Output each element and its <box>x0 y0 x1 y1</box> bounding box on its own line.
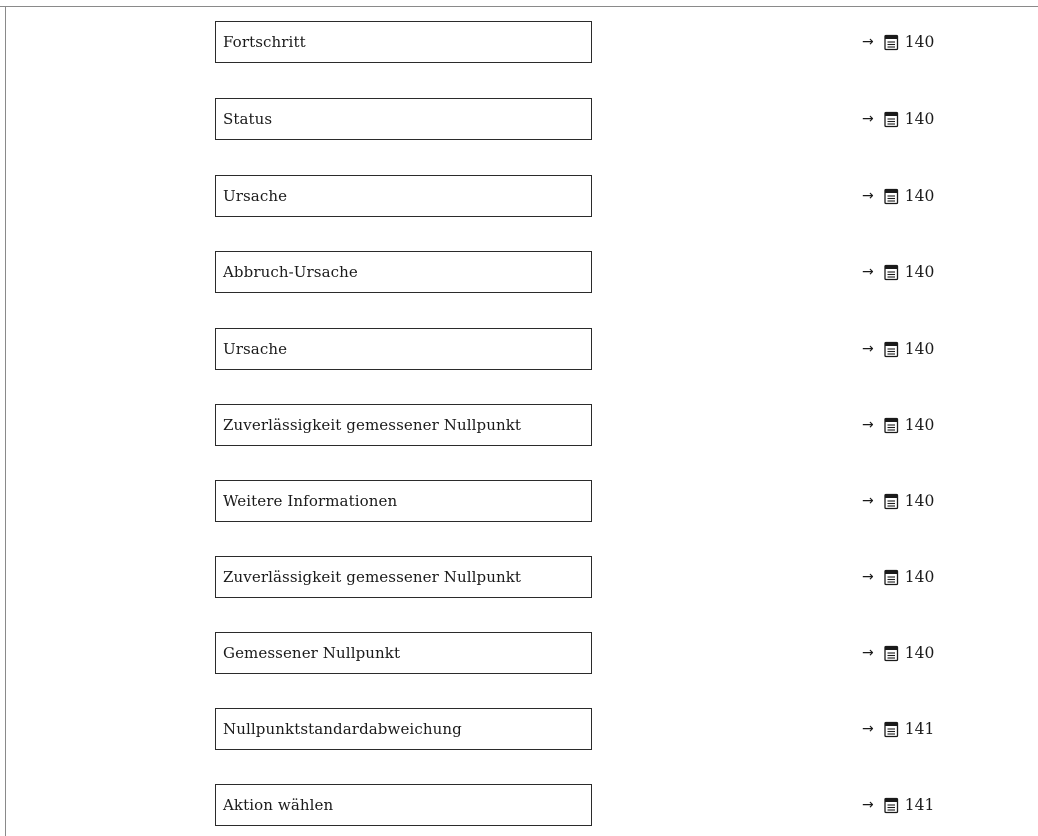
parameter-list: Fortschritt → 140 Status → 140 Ursache → <box>0 0 1038 836</box>
arrow-right-icon: → <box>862 111 874 127</box>
parameter-box-weitere-informationen[interactable]: Weitere Informationen <box>215 480 592 522</box>
parameter-label: Zuverlässigkeit gemessener Nullpunkt <box>223 568 522 586</box>
book-page-icon <box>883 188 900 205</box>
page-number: 140 <box>904 263 935 281</box>
page-number: 140 <box>904 187 935 205</box>
page-reference[interactable]: → 140 <box>862 480 934 522</box>
parameter-box-gemessener-nullpunkt[interactable]: Gemessener Nullpunkt <box>215 632 592 674</box>
page-number: 141 <box>904 796 935 814</box>
page-number: 140 <box>904 340 935 358</box>
parameter-row: Zuverlässigkeit gemessener Nullpunkt → 1… <box>0 404 1038 448</box>
parameter-label: Gemessener Nullpunkt <box>223 644 401 662</box>
parameter-row: Abbruch-Ursache → 140 <box>0 251 1038 295</box>
page-number: 140 <box>904 416 935 434</box>
parameter-label: Nullpunktstandardabweichung <box>223 720 462 738</box>
parameter-label: Ursache <box>223 340 288 358</box>
parameter-row: Ursache → 140 <box>0 175 1038 219</box>
parameter-row: Fortschritt → 140 <box>0 21 1038 65</box>
arrow-right-icon: → <box>862 645 874 661</box>
book-page-icon <box>883 111 900 128</box>
book-page-icon <box>883 493 900 510</box>
parameter-row: Aktion wählen → 141 <box>0 784 1038 828</box>
arrow-right-icon: → <box>862 34 874 50</box>
parameter-box-ursache-2[interactable]: Ursache <box>215 328 592 370</box>
parameter-label: Aktion wählen <box>223 796 334 814</box>
book-page-icon <box>883 341 900 358</box>
book-page-icon <box>883 264 900 281</box>
page-number: 140 <box>904 33 935 51</box>
book-page-icon <box>883 645 900 662</box>
page-reference[interactable]: → 141 <box>862 784 934 826</box>
parameter-box-aktion-waehlen[interactable]: Aktion wählen <box>215 784 592 826</box>
arrow-right-icon: → <box>862 188 874 204</box>
parameter-label: Zuverlässigkeit gemessener Nullpunkt <box>223 416 522 434</box>
book-page-icon <box>883 417 900 434</box>
parameter-box-fortschritt[interactable]: Fortschritt <box>215 21 592 63</box>
parameter-label: Abbruch-Ursache <box>223 263 358 281</box>
page-reference[interactable]: → 140 <box>862 556 934 598</box>
parameter-box-nullpunktstandardabweichung[interactable]: Nullpunktstandardabweichung <box>215 708 592 750</box>
page-number: 140 <box>904 644 935 662</box>
arrow-right-icon: → <box>862 569 874 585</box>
book-page-icon <box>883 34 900 51</box>
parameter-row: Status → 140 <box>0 98 1038 142</box>
arrow-right-icon: → <box>862 493 874 509</box>
parameter-label: Weitere Informationen <box>223 492 398 510</box>
parameter-row: Gemessener Nullpunkt → 140 <box>0 632 1038 676</box>
parameter-label: Status <box>223 110 273 128</box>
parameter-label: Ursache <box>223 187 288 205</box>
parameter-box-zuverlaessigkeit[interactable]: Zuverlässigkeit gemessener Nullpunkt <box>215 404 592 446</box>
book-page-icon <box>883 797 900 814</box>
page-reference[interactable]: → 140 <box>862 21 934 63</box>
arrow-right-icon: → <box>862 341 874 357</box>
page-reference[interactable]: → 141 <box>862 708 934 750</box>
page-reference[interactable]: → 140 <box>862 251 934 293</box>
arrow-right-icon: → <box>862 797 874 813</box>
book-page-icon <box>883 569 900 586</box>
parameter-row: Weitere Informationen → 140 <box>0 480 1038 524</box>
page-number: 140 <box>904 110 935 128</box>
parameter-row: Nullpunktstandardabweichung → 141 <box>0 708 1038 752</box>
page-reference[interactable]: → 140 <box>862 328 934 370</box>
book-page-icon <box>883 721 900 738</box>
parameter-row: Ursache → 140 <box>0 328 1038 372</box>
page-reference[interactable]: → 140 <box>862 175 934 217</box>
page-reference[interactable]: → 140 <box>862 98 934 140</box>
page-number: 140 <box>904 492 935 510</box>
parameter-box-zuverlaessigkeit-2[interactable]: Zuverlässigkeit gemessener Nullpunkt <box>215 556 592 598</box>
page-number: 141 <box>904 720 935 738</box>
arrow-right-icon: → <box>862 417 874 433</box>
parameter-row: Zuverlässigkeit gemessener Nullpunkt → 1… <box>0 556 1038 600</box>
parameter-box-status[interactable]: Status <box>215 98 592 140</box>
page-number: 140 <box>904 568 935 586</box>
parameter-box-ursache[interactable]: Ursache <box>215 175 592 217</box>
arrow-right-icon: → <box>862 264 874 280</box>
page-reference[interactable]: → 140 <box>862 632 934 674</box>
page-reference[interactable]: → 140 <box>862 404 934 446</box>
arrow-right-icon: → <box>862 721 874 737</box>
parameter-label: Fortschritt <box>223 33 306 51</box>
parameter-box-abbruch-ursache[interactable]: Abbruch-Ursache <box>215 251 592 293</box>
